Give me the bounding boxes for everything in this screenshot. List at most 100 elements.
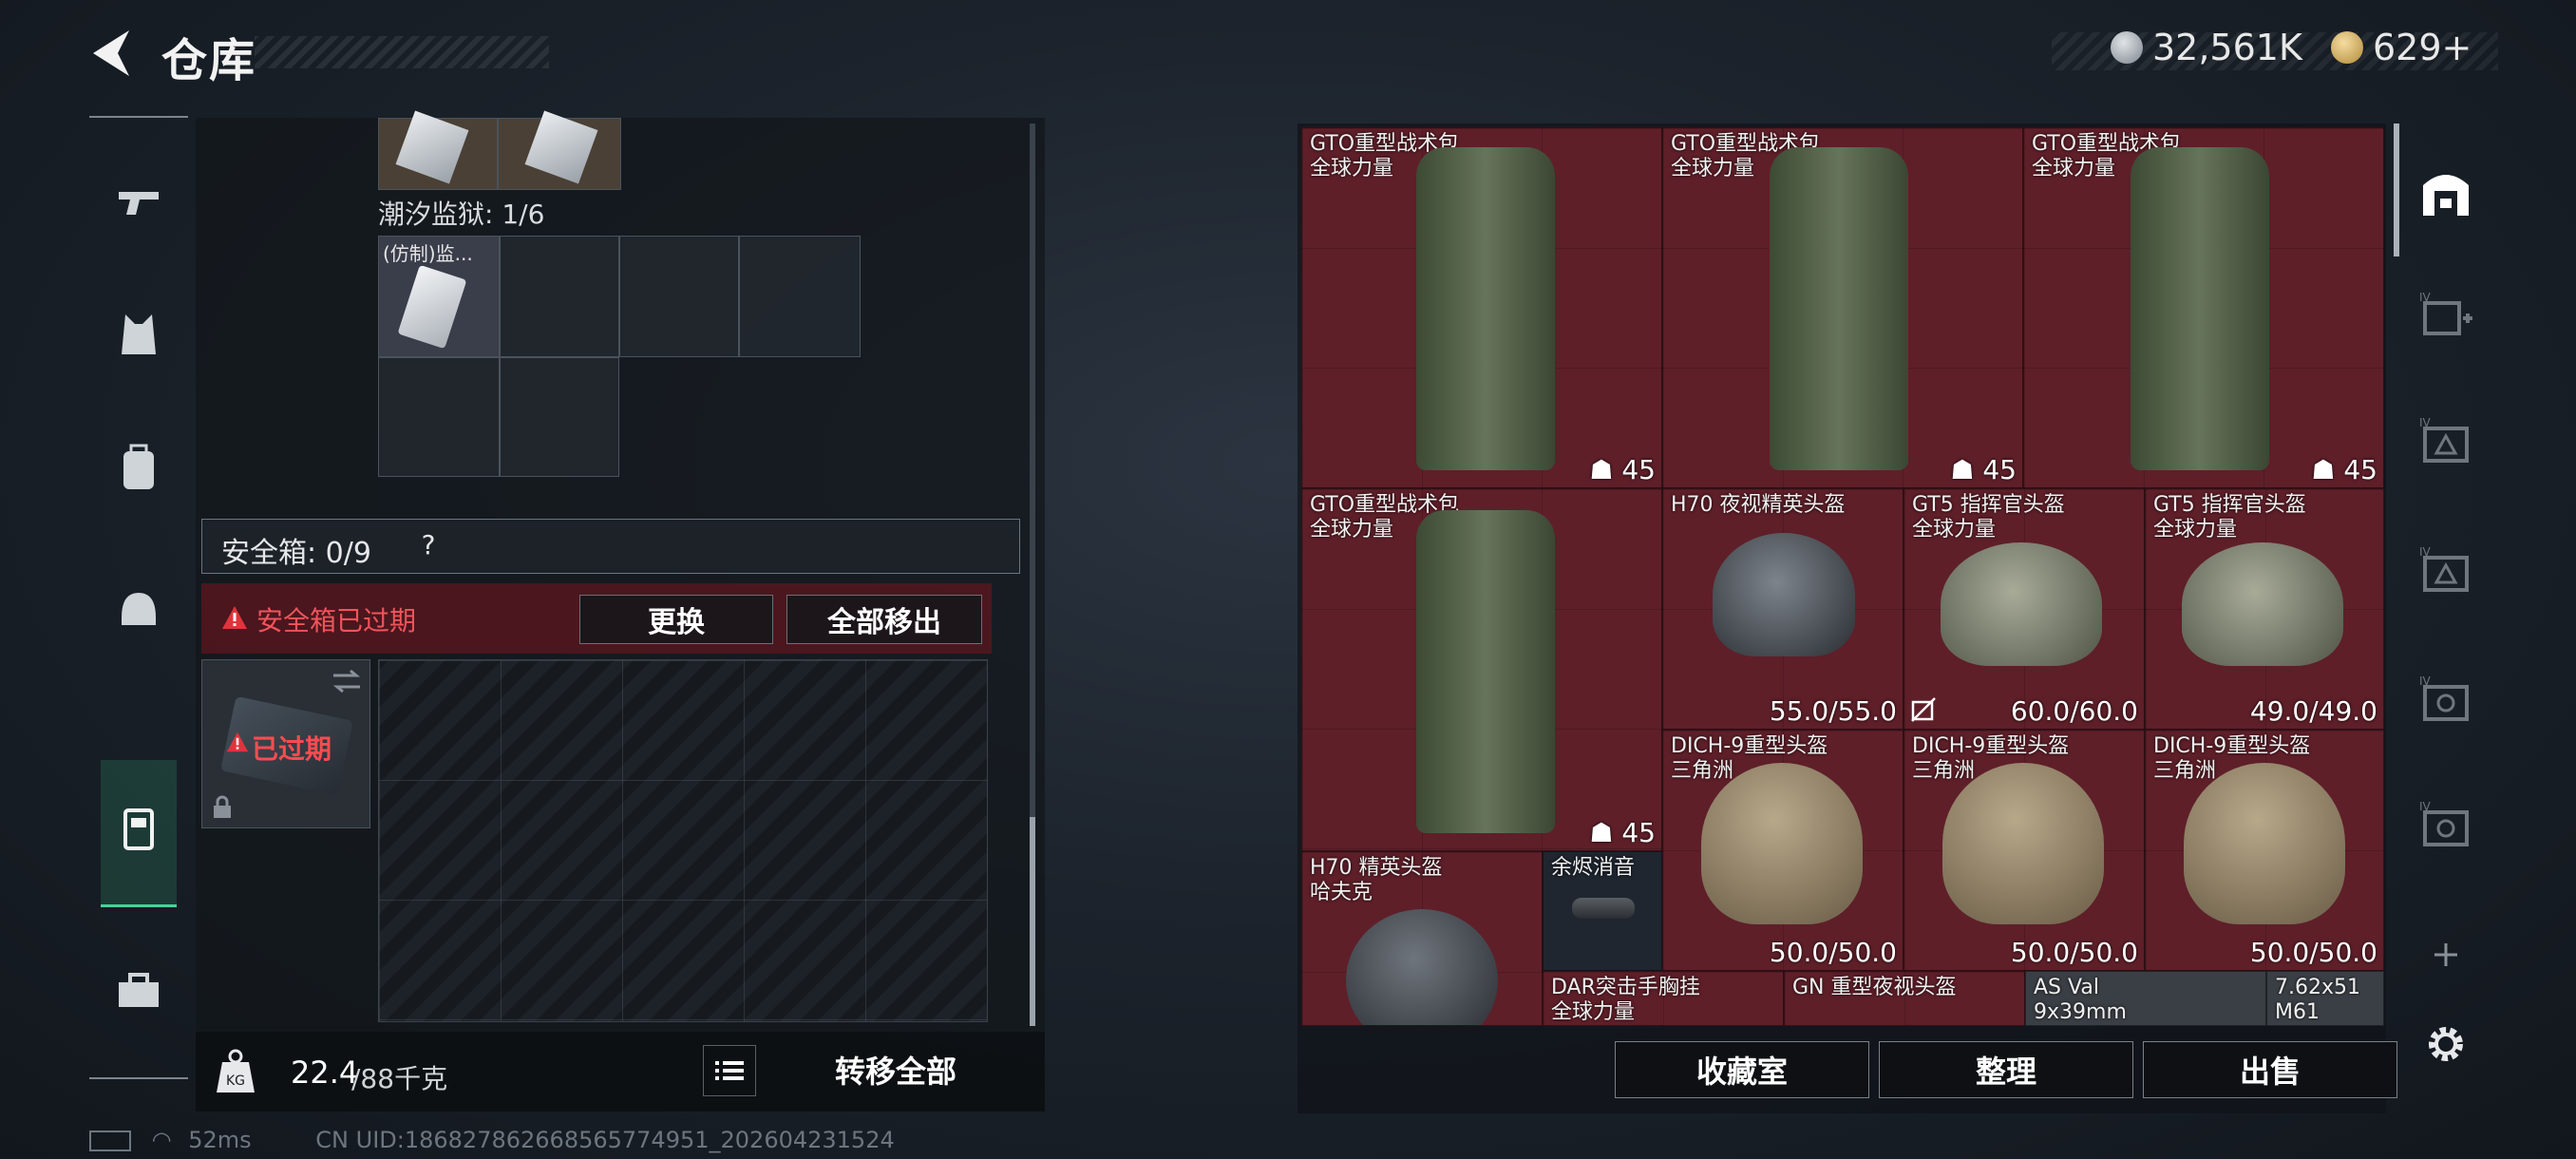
tab-storage-add[interactable]: IV [2413, 283, 2479, 350]
tab-storage-4[interactable]: IV [2413, 667, 2479, 733]
organize-button[interactable]: 整理 [1879, 1041, 2133, 1098]
rail-backpack[interactable] [89, 410, 188, 524]
inventory-item-helmet[interactable]: DICH-9重型头盔 三角洲 50.0/50.0 [1662, 730, 1904, 971]
weight-value: 22.4 [291, 1054, 359, 1091]
lock-icon [214, 795, 231, 818]
inventory-item-helmet[interactable]: H70 精英头盔 哈夫克 [1301, 851, 1543, 1026]
plus-icon [2434, 943, 2457, 966]
item-sub: 全球力量 [2032, 157, 2116, 180]
weight-bar: KG 22.4 /88千克 转移全部 [196, 1032, 1045, 1112]
replace-button[interactable]: 更换 [579, 595, 773, 644]
item-sub: 全球力量 [1310, 157, 1394, 180]
inventory-item-backpack[interactable]: GTO重型战术包 全球力量 ☗ 45 [1662, 127, 2023, 488]
currency-silver-value: 32,561K [2152, 27, 2302, 68]
item-name: H70 精英头盔 [1310, 856, 1443, 880]
locked-safebox-grid [378, 659, 988, 1022]
warning-icon [222, 606, 247, 629]
item-name: 7.62x51 [2275, 976, 2360, 999]
item-sub: 全球力量 [2153, 518, 2238, 542]
svg-text:IV: IV [2419, 801, 2432, 813]
vest-icon [122, 314, 156, 354]
item-sub: 全球力量 [1671, 157, 1755, 180]
item-value: ☗ 45 [1950, 454, 2017, 485]
item-value: ☗ 45 [1589, 454, 1656, 485]
item-name: GT5 指挥官头盔 [2153, 493, 2306, 517]
item-name: GT5 指挥官头盔 [1912, 493, 2065, 517]
helmet-image [1346, 909, 1498, 1025]
prison-slot[interactable] [739, 236, 861, 357]
rail-safebox[interactable] [89, 771, 188, 885]
sell-button[interactable]: 出售 [2143, 1041, 2397, 1098]
inventory-item-helmet[interactable]: H70 夜视精英头盔 55.0/55.0 [1662, 488, 1904, 730]
inventory-item-ammo[interactable]: 7.62x51 M61 [2266, 971, 2384, 1026]
inventory-item-suppressor[interactable]: 余烬消音 [1543, 851, 1662, 971]
tab-storage-3[interactable]: IV [2413, 538, 2479, 604]
helmet-image [1713, 533, 1855, 656]
storage-box-icon: IV [2419, 546, 2469, 592]
safebox-item[interactable]: 已过期 [201, 659, 370, 828]
storage-safe-icon: IV [2419, 801, 2469, 846]
item-value: ☗ 45 [2311, 454, 2377, 485]
item-value: 55.0/55.0 [1769, 695, 1897, 727]
currency-gold-value: 629+ [2373, 27, 2472, 68]
expired-tag: 已过期 [252, 733, 332, 765]
list-view-button[interactable] [703, 1045, 756, 1096]
tab-storage-5[interactable]: IV [2413, 792, 2479, 859]
prison-slot[interactable] [619, 236, 739, 357]
item-value: 60.0/60.0 [2010, 695, 2138, 727]
item-value: 50.0/50.0 [1769, 937, 1897, 968]
uid-text: CN UID:1868278626685657749​51_2026042315… [315, 1127, 895, 1153]
safebox-bar: 安全箱: 0/9 ? [201, 519, 1020, 574]
battery-icon [89, 1130, 131, 1151]
currency-gold[interactable]: 629+ [2331, 23, 2472, 72]
item-name: 余烬消音 [1551, 856, 1636, 880]
card-item-2[interactable] [498, 110, 621, 190]
help-icon[interactable]: ? [409, 525, 447, 563]
container-scroll-thumb[interactable] [1030, 817, 1035, 1026]
inventory-item-helmet[interactable]: GT5 指挥官头盔 全球力量 60.0/60.0 [1904, 488, 2145, 730]
card-item-1[interactable] [378, 110, 498, 190]
move-all-out-button[interactable]: 全部移出 [786, 595, 982, 644]
storage-tabs: IV IV IV IV IV [2403, 124, 2489, 1092]
prison-slot[interactable] [500, 357, 619, 477]
prison-label: 潮汐监狱: 1/6 [378, 199, 545, 230]
inventory-item-helmet[interactable]: DICH-9重型头盔 三角洲 50.0/50.0 [1904, 730, 2145, 971]
inventory-item-backpack[interactable]: GTO重型战术包 全球力量 ☗ 45 [1301, 127, 1662, 488]
weight-icon: KG [217, 1049, 255, 1092]
item-name: DICH-9重型头盔 [1671, 734, 1828, 758]
svg-text:IV: IV [2419, 417, 2432, 429]
tab-storage-main[interactable] [2413, 160, 2479, 226]
prison-item[interactable]: (仿制)监... [378, 236, 500, 357]
gold-coin-icon [2331, 31, 2363, 64]
prison-slot[interactable] [500, 236, 619, 357]
gear-icon [2429, 1027, 2463, 1061]
inventory-item-backpack[interactable]: GTO重型战术包 全球力量 ☗ 45 [2023, 127, 2384, 488]
add-tab-button[interactable] [2413, 922, 2479, 988]
tab-storage-2[interactable]: IV [2413, 408, 2479, 475]
swap-icon[interactable] [331, 668, 362, 694]
settings-button[interactable] [2413, 1011, 2479, 1077]
rail-helmet[interactable] [89, 553, 188, 667]
inventory-scrollbar[interactable] [2394, 124, 2399, 256]
item-value: 50.0/50.0 [2010, 937, 2138, 968]
svg-text:IV: IV [2419, 546, 2432, 559]
inventory-item-helmet[interactable]: GN 重型夜视头盔 [1784, 971, 2025, 1026]
rail-vest[interactable] [89, 277, 188, 391]
inventory-item-chestrig[interactable]: DAR突击手胸挂 全球力量 [1543, 971, 1784, 1026]
prison-slot[interactable] [378, 357, 500, 477]
rail-toolbox[interactable] [89, 933, 188, 1047]
collection-button[interactable]: 收藏室 [1615, 1041, 1869, 1098]
item-sub: 三角洲 [2153, 759, 2217, 783]
category-rail [89, 116, 188, 1079]
inventory-item-helmet[interactable]: GT5 指挥官头盔 全球力量 49.0/49.0 [2145, 488, 2384, 730]
ping-value: 52ms [188, 1127, 252, 1153]
inventory-item-backpack[interactable]: GTO重型战术包 全球力量 ☗ 45 [1301, 488, 1662, 851]
inventory-item-rifle[interactable]: AS Val 9x39mm [2025, 971, 2266, 1026]
rail-weapon[interactable] [89, 144, 188, 258]
silver-coin-icon [2111, 31, 2143, 64]
expired-warning-text: 安全箱已过期 [256, 605, 417, 636]
transfer-all-button[interactable]: 转移全部 [766, 1041, 1026, 1098]
inventory-item-helmet[interactable]: DICH-9重型头盔 三角洲 50.0/50.0 [2145, 730, 2384, 971]
item-sub: 全球力量 [1912, 518, 1997, 542]
back-arrow-icon[interactable] [87, 27, 135, 80]
